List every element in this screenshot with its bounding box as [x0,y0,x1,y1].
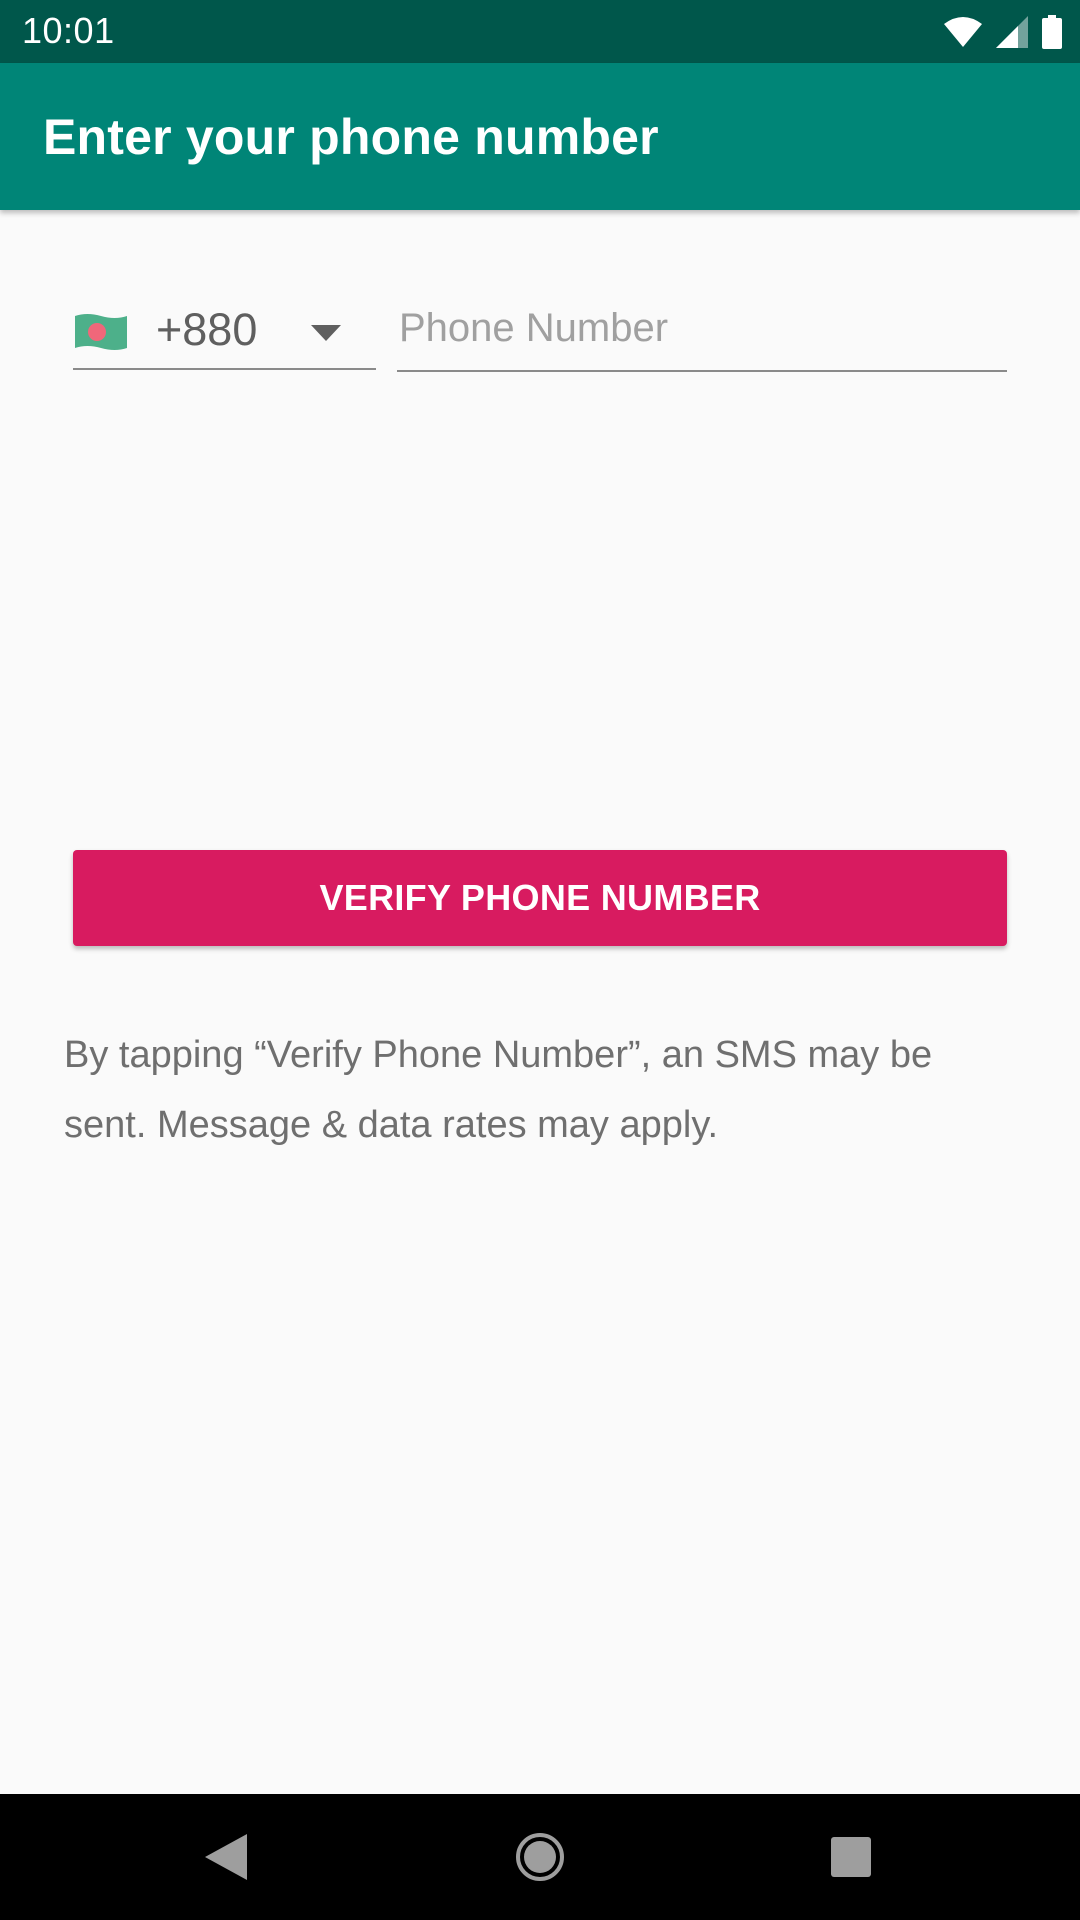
verify-phone-number-button[interactable]: VERIFY PHONE NUMBER [73,850,1007,946]
home-button[interactable] [504,1821,576,1893]
back-icon [205,1834,247,1880]
back-button[interactable] [190,1821,262,1893]
sms-disclaimer: By tapping “Verify Phone Number”, an SMS… [64,1034,933,1146]
bangladesh-flag-icon [75,314,127,350]
navigation-bar [0,1794,1080,1920]
dropdown-arrow-icon [311,325,341,341]
battery-icon [1042,15,1062,49]
recents-button[interactable] [815,1821,887,1893]
phone-number-input[interactable] [397,300,1007,372]
wifi-icon [944,17,982,47]
page-title: Enter your phone number [43,109,659,165]
home-icon [516,1833,564,1881]
signal-icon [996,16,1028,48]
status-bar: 10:01 [0,0,1080,63]
status-time: 10:01 [22,10,115,51]
recents-icon [831,1837,871,1877]
country-code-picker[interactable]: +880 [73,300,376,370]
country-code-label: +880 [156,304,258,355]
status-icons [944,12,1062,52]
app-bar: Enter your phone number [0,63,1080,210]
